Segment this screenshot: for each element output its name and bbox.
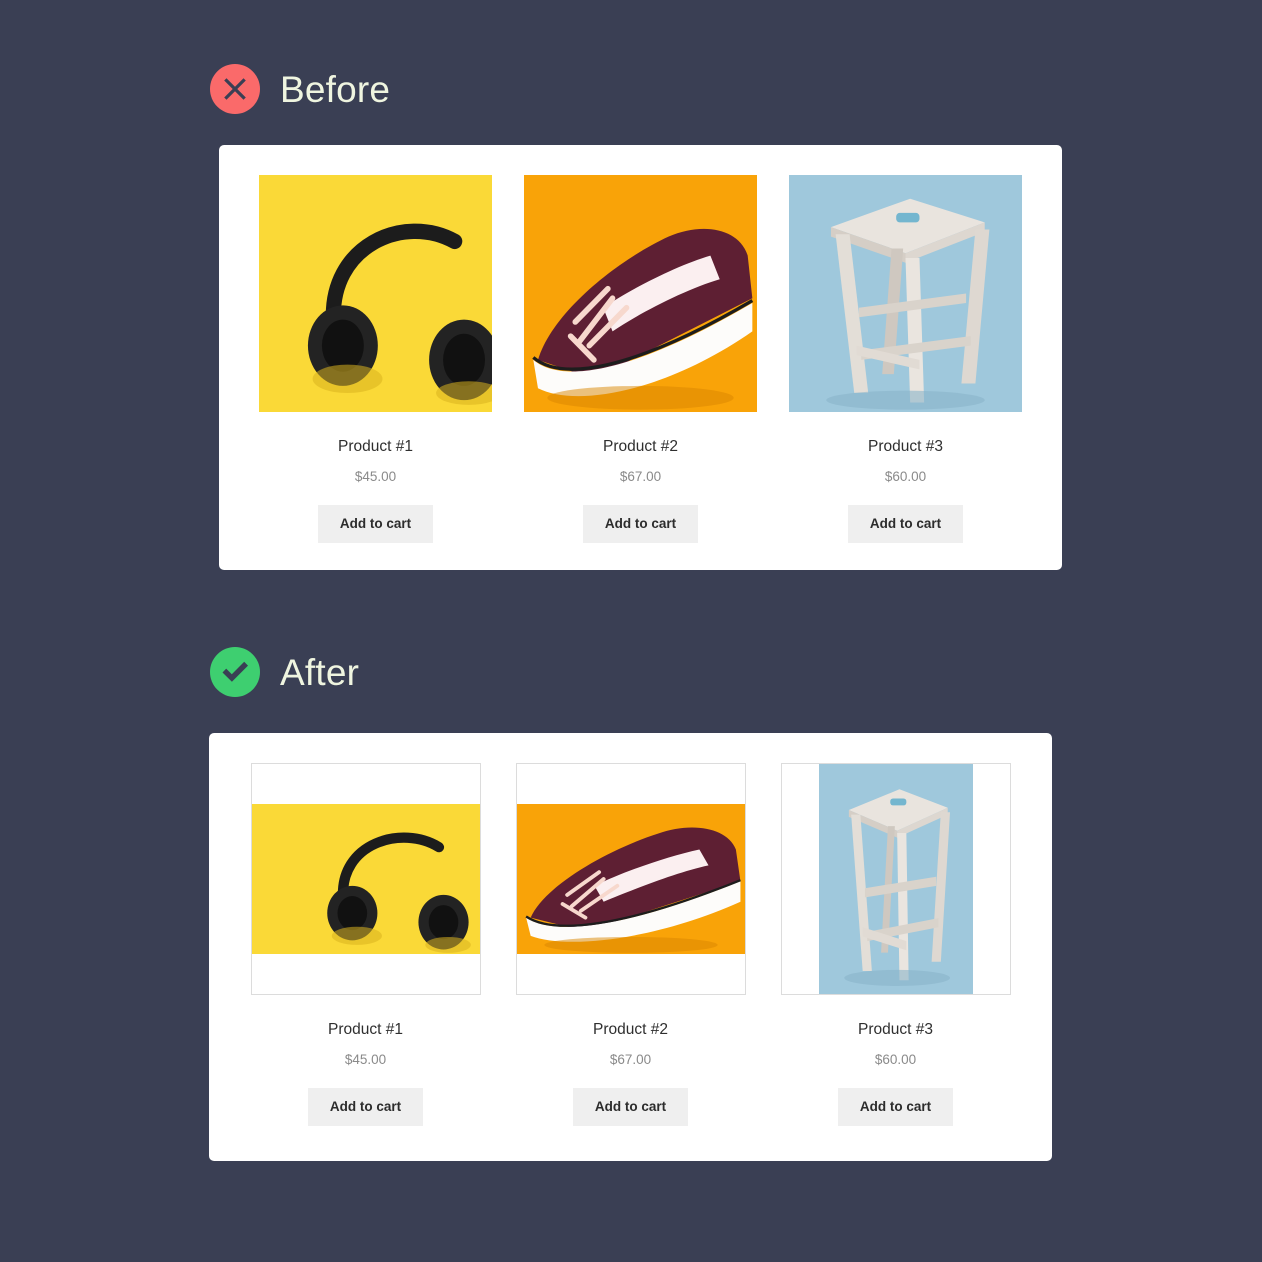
product-image-sneaker[interactable] [515, 763, 746, 995]
circle-x-icon [210, 64, 260, 114]
product-grid-before: Product #1 $45.00 Add to cart Product #2… [219, 145, 1062, 570]
product-grid-after: Product #1 $45.00 Add to cart Product #2… [209, 733, 1052, 1161]
section-heading-label: Before [280, 68, 391, 110]
product-price: $60.00 [874, 1051, 917, 1067]
product-item: Product #1 $45.00 Add to cart [243, 175, 508, 570]
product-item: Product #1 $45.00 Add to cart [233, 763, 498, 1161]
product-price: $45.00 [344, 1051, 387, 1067]
add-to-cart-button[interactable]: Add to cart [837, 1088, 954, 1126]
add-to-cart-button[interactable]: Add to cart [572, 1088, 689, 1126]
product-title: Product #3 [858, 1021, 933, 1038]
product-image-stool[interactable] [780, 763, 1011, 995]
product-title: Product #2 [603, 438, 678, 455]
add-to-cart-button[interactable]: Add to cart [847, 505, 964, 543]
product-title: Product #1 [338, 438, 413, 455]
product-item: Product #2 $67.00 Add to cart [498, 763, 763, 1161]
add-to-cart-button[interactable]: Add to cart [317, 505, 434, 543]
product-item: Product #3 $60.00 Add to cart [763, 763, 1028, 1161]
product-price: $67.00 [609, 1051, 652, 1067]
section-heading-before: Before [210, 63, 390, 115]
product-price: $45.00 [354, 468, 397, 484]
product-title: Product #1 [328, 1021, 403, 1038]
product-title: Product #2 [593, 1021, 668, 1038]
section-heading-label: After [280, 651, 360, 693]
circle-check-icon [210, 647, 260, 697]
add-to-cart-button[interactable]: Add to cart [307, 1088, 424, 1126]
photo-letterbox [251, 804, 480, 954]
photo-pillarbox [818, 764, 973, 994]
comparison-page: Before Product #1 $45.00 Add to cart Pro… [0, 0, 1262, 1262]
product-card-before: Product #1 $45.00 Add to cart Product #2… [219, 145, 1062, 570]
product-image-headphones[interactable] [250, 763, 481, 995]
product-image-headphones[interactable] [259, 175, 492, 412]
section-heading-after: After [210, 646, 359, 698]
product-item: Product #3 $60.00 Add to cart [773, 175, 1038, 570]
product-price: $67.00 [619, 468, 662, 484]
product-image-stool[interactable] [789, 175, 1022, 412]
add-to-cart-button[interactable]: Add to cart [582, 505, 699, 543]
product-item: Product #2 $67.00 Add to cart [508, 175, 773, 570]
product-title: Product #3 [868, 438, 943, 455]
product-price: $60.00 [884, 468, 927, 484]
photo-letterbox [516, 804, 745, 954]
product-image-sneaker[interactable] [524, 175, 757, 412]
product-card-after: Product #1 $45.00 Add to cart Product #2… [209, 733, 1052, 1161]
